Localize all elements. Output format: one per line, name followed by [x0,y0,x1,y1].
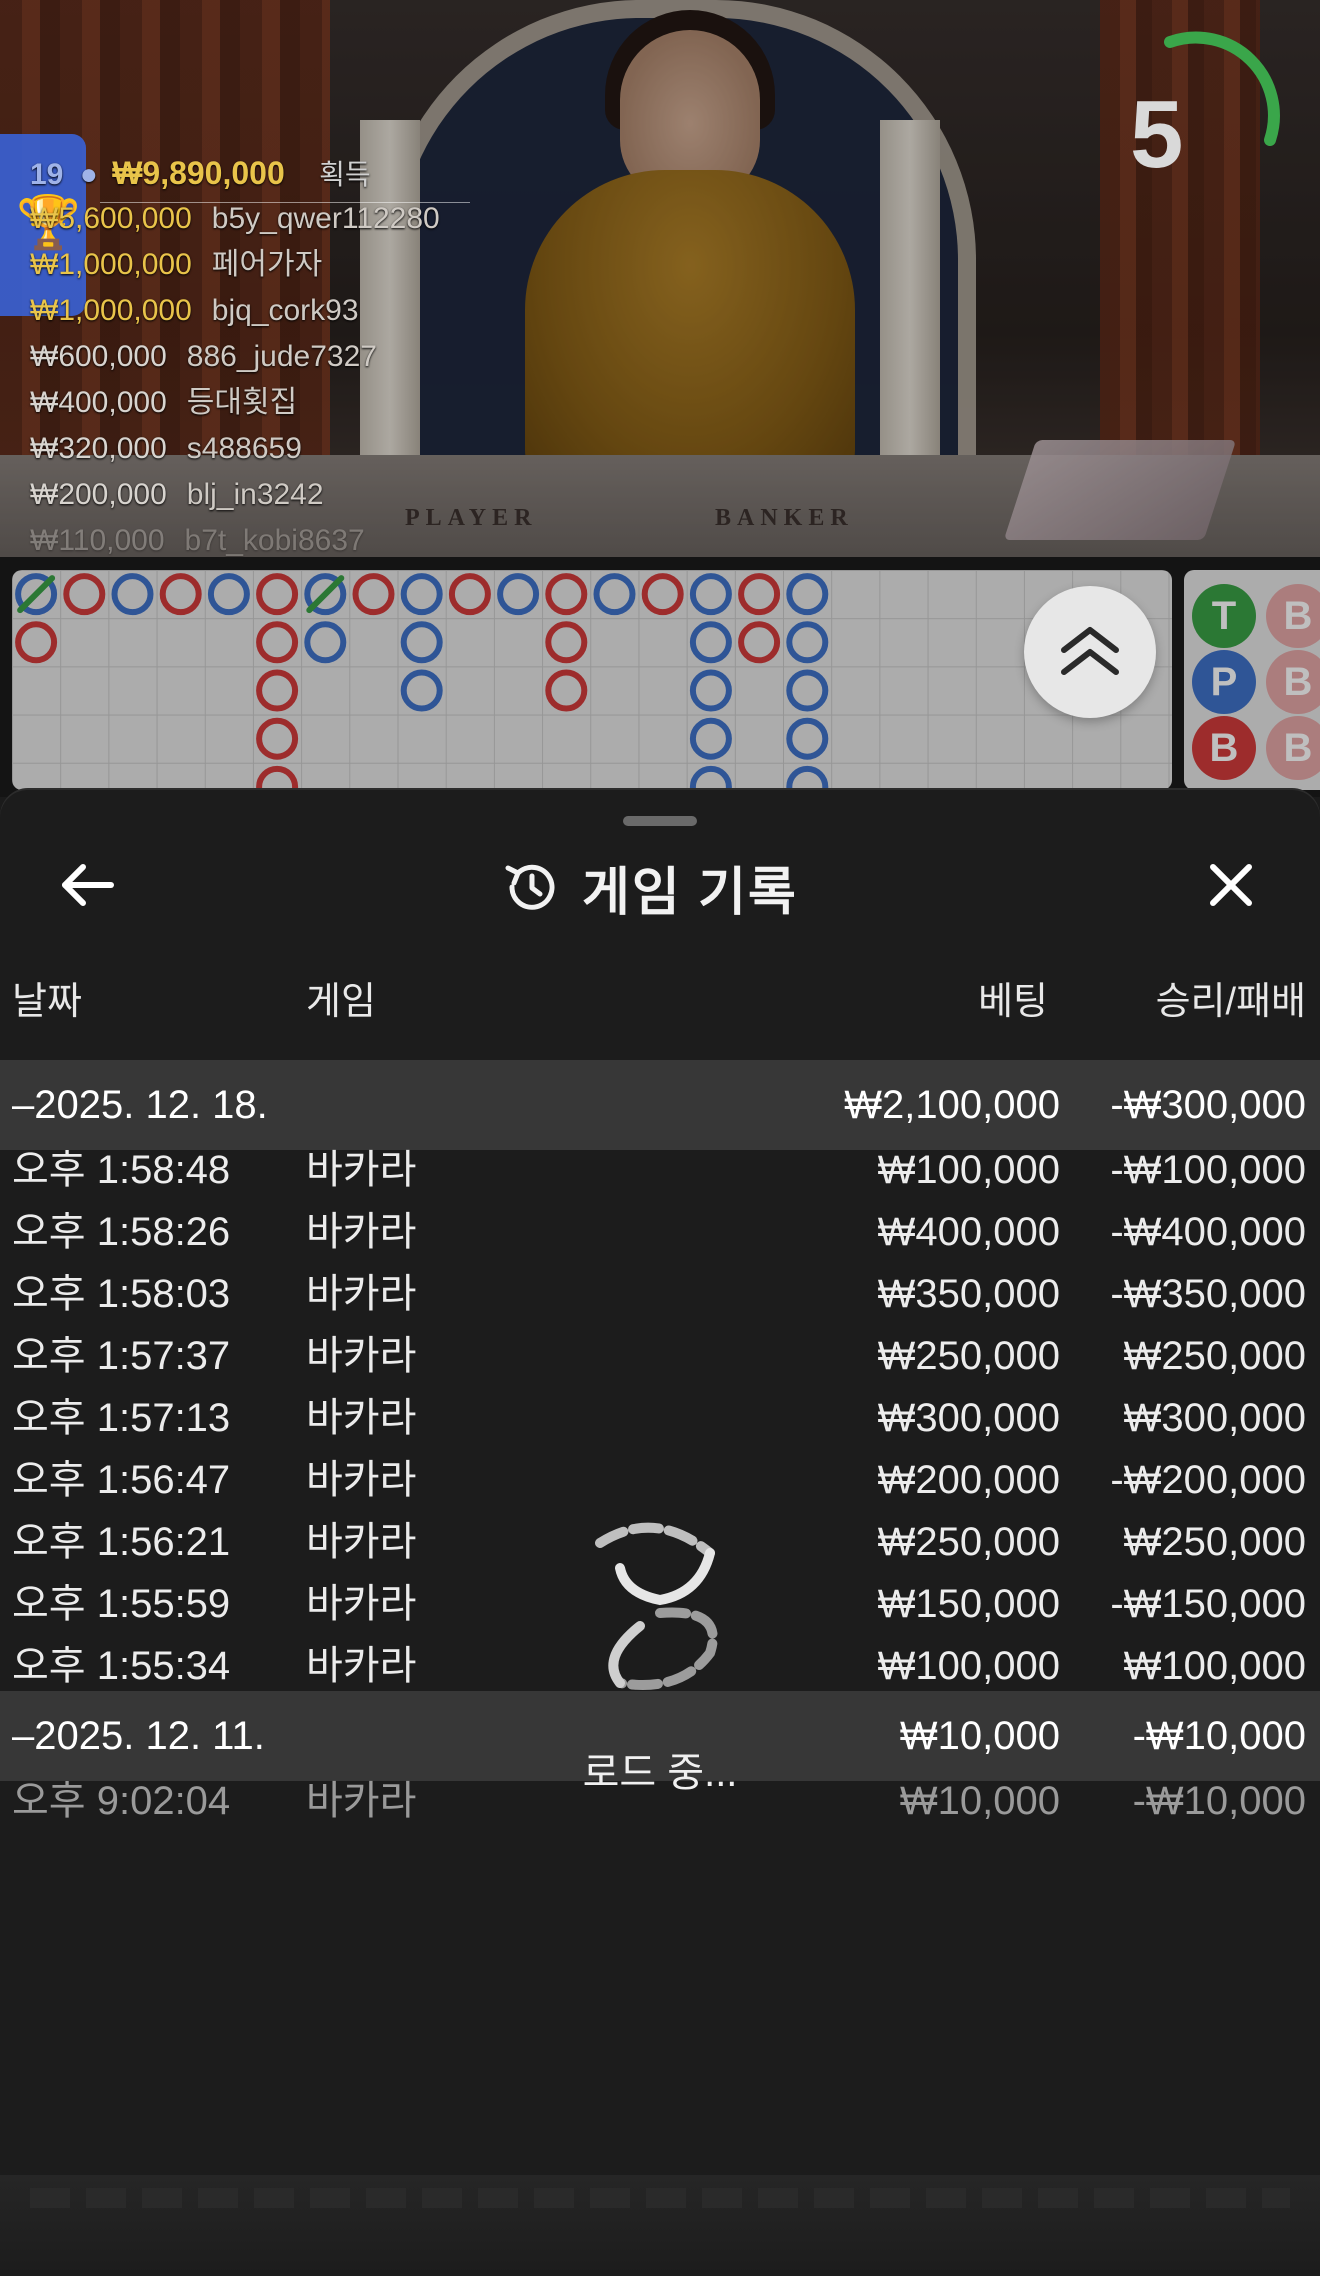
winner-row: ₩110,000 b7t_kobi8637 [30,518,440,557]
player-mark [786,765,829,790]
loading-text: 로드 중... [582,1751,738,1795]
player-mark [593,573,636,616]
predict-banker-ghost-badge: B [1266,584,1320,648]
winner-amount: ₩5,600,000 [30,202,192,235]
winners-list: 19 ● ₩9,890,000 획득 ₩5,600,000 b5y_qwer112… [30,150,440,557]
more-rows-placeholder [30,2188,1290,2208]
banker-mark [545,573,588,616]
winner-amount: ₩320,000 [30,432,167,465]
winner-name: bjq_cork93 [211,294,359,327]
winner-amount: ₩1,000,000 [30,294,192,327]
live-video: PLAYER BANKER 5 🏆 19 ● ₩9,890,000 획득 ₩5,… [0,0,1320,557]
winner-name: b7t_kobi8637 [184,524,365,557]
close-button[interactable] [1196,850,1266,920]
banker-mark [256,621,299,664]
winner-name: b5y_qwer112280 [211,202,440,235]
player-mark [689,573,732,616]
collapse-road-button[interactable] [1024,586,1156,718]
player-mark [207,573,250,616]
predict-banker-badge[interactable]: B [1192,716,1256,780]
predict-banker-ghost-badge: B [1266,650,1320,714]
player-mark [400,669,443,712]
winner-name: s488659 [186,432,302,465]
column-header-game: 게임 [306,981,376,1023]
predict-tie-badge[interactable]: T [1192,584,1256,648]
player-mark [786,573,829,616]
player-mark [689,717,732,760]
winner-row: ₩600,000 886_jude7327 [30,334,440,380]
winner-name: 등대횟집 [186,386,298,419]
predict-banker-ghost-badge: B [1266,716,1320,780]
winner-row: ₩320,000 s488659 [30,426,440,472]
loading-spinner-icon [595,1522,718,1690]
banker-mark [545,621,588,664]
banker-mark [352,573,395,616]
column-header-bet: 베팅 [978,981,1048,1023]
double-chevron-up-icon [1061,627,1119,675]
winner-name: 886_jude7327 [186,340,377,373]
person-icon: ● [79,158,98,191]
banker-mark [545,669,588,712]
row-game: 바카라 [306,1779,417,1823]
winner-name: 페어가자 [211,248,323,281]
winner-amount: ₩110,000 [30,524,165,557]
winner-amount: ₩200,000 [30,478,167,511]
column-header-result: 승리/패배 [1155,981,1306,1023]
player-mark [786,621,829,664]
big-road[interactable] [12,570,1172,790]
arrow-left-icon [62,864,114,906]
player-mark [786,717,829,760]
player-mark [786,669,829,712]
winner-amount: ₩400,000 [30,386,167,419]
winner-row: ₩1,000,000 bjq_cork93 [30,288,440,334]
winner-row: ₩1,000,000 페어가자 [30,242,440,288]
history-icon [505,864,555,910]
road-predictions: T P B B B B [1184,570,1320,790]
banker-mark [63,573,106,616]
player-mark [689,621,732,664]
winner-row: ₩400,000 등대횟집 [30,380,440,426]
road-marks [15,573,829,790]
close-icon [1210,864,1252,906]
banker-mark [256,765,299,790]
banker-mark [641,573,684,616]
player-mark [400,621,443,664]
banker-mark [448,573,491,616]
row-result: -₩10,000 [1132,1779,1306,1823]
row-time: 오후 9:02:04 [12,1779,231,1823]
sheet-header: 게임 기록 [500,852,798,922]
winners-total-row: 19 ● ₩9,890,000 획득 [30,150,440,196]
back-button[interactable] [52,850,122,920]
banker-mark [15,621,58,664]
player-mark [497,573,540,616]
winner-amount: ₩600,000 [30,340,167,373]
winner-name: blj_in3242 [186,478,324,511]
winner-amount: ₩1,000,000 [30,248,192,281]
winners-count: 19 [30,158,64,191]
player-mark [400,573,443,616]
banker-mark [256,669,299,712]
game-history-sheet: 게임 기록 날짜 게임 베팅 승리/패배 –2025. 12. 18. ₩2,10… [0,790,1320,2276]
player-mark [304,621,347,664]
banker-mark [256,573,299,616]
winner-row: ₩200,000 blj_in3242 [30,472,440,518]
sheet-grab-handle[interactable] [623,816,697,826]
winner-row: ₩5,600,000 b5y_qwer112280 [30,196,440,242]
column-header-date: 날짜 [12,981,82,1023]
winner-name: 획득 [319,159,371,190]
banker-mark [738,621,781,664]
row-bet: ₩10,000 [899,1779,1060,1823]
sheet-title: 게임 기록 [582,863,798,922]
countdown-timer: 5 [1130,81,1184,188]
timer-ring-icon [1164,31,1280,146]
predict-player-badge[interactable]: P [1192,650,1256,714]
banker-mark [256,717,299,760]
banker-mark [159,573,202,616]
player-mark [689,765,732,790]
banker-mark [738,573,781,616]
player-mark [111,573,154,616]
winner-amount: ₩9,890,000 [112,155,285,191]
player-mark [689,669,732,712]
